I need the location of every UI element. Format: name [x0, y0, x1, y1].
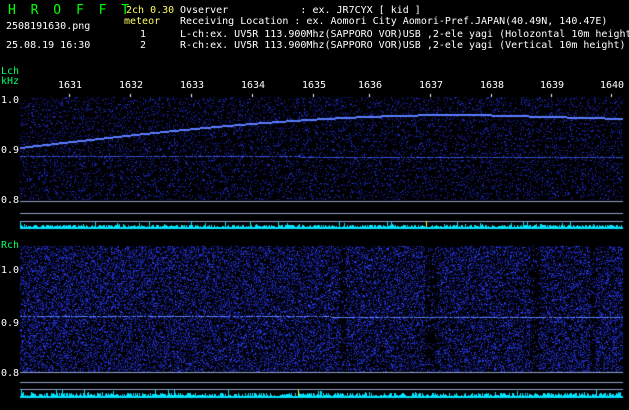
version-label: 2ch 0.30 [126, 5, 175, 16]
rch-axis-label: Rch [1, 240, 20, 251]
rch-ytick-0-8: 0.8 [1, 368, 20, 379]
meteor-count-rch: 2 [140, 40, 147, 51]
app-logo: H R O F F T [8, 3, 131, 18]
datetime-label: 25.08.19 16:30 [6, 40, 91, 51]
time-tick-1636: 1636 [358, 80, 383, 91]
rch-receiver-info: R-ch:ex. UV5R 113.900Mhz(SAPPORO VOR)USB… [180, 40, 626, 51]
filename-label: 2508191630.png [6, 21, 91, 32]
time-tick-1634: 1634 [241, 80, 266, 91]
time-tick-1638: 1638 [480, 80, 505, 91]
lch-ytick-0-9: 0.9 [1, 145, 20, 156]
meteor-count-lch: 1 [140, 29, 147, 40]
spectrogram-canvas [0, 0, 629, 410]
meteor-label: meteor [124, 16, 161, 27]
lch-ytick-1-0: 1.0 [1, 95, 20, 106]
time-tick-1632: 1632 [119, 80, 144, 91]
lch-receiver-info: L-ch:ex. UV5R 113.900Mhz(SAPPORO VOR)USB… [180, 29, 629, 40]
observer-info: Ovserver : ex. JR7CYX [ kid ] [180, 5, 421, 16]
lch-ytick-0-8: 0.8 [1, 195, 20, 206]
time-tick-1637: 1637 [419, 80, 444, 91]
time-tick-1635: 1635 [302, 80, 327, 91]
lch-unit-label: kHz [1, 76, 20, 87]
time-tick-1631: 1631 [58, 80, 83, 91]
time-tick-1639: 1639 [540, 80, 565, 91]
location-info: Receiving Location : ex. Aomori City Aom… [180, 16, 608, 27]
time-tick-1640: 1640 [600, 80, 625, 91]
time-tick-1633: 1633 [180, 80, 205, 91]
rch-ytick-1-0: 1.0 [1, 265, 20, 276]
rch-ytick-0-9: 0.9 [1, 318, 20, 329]
